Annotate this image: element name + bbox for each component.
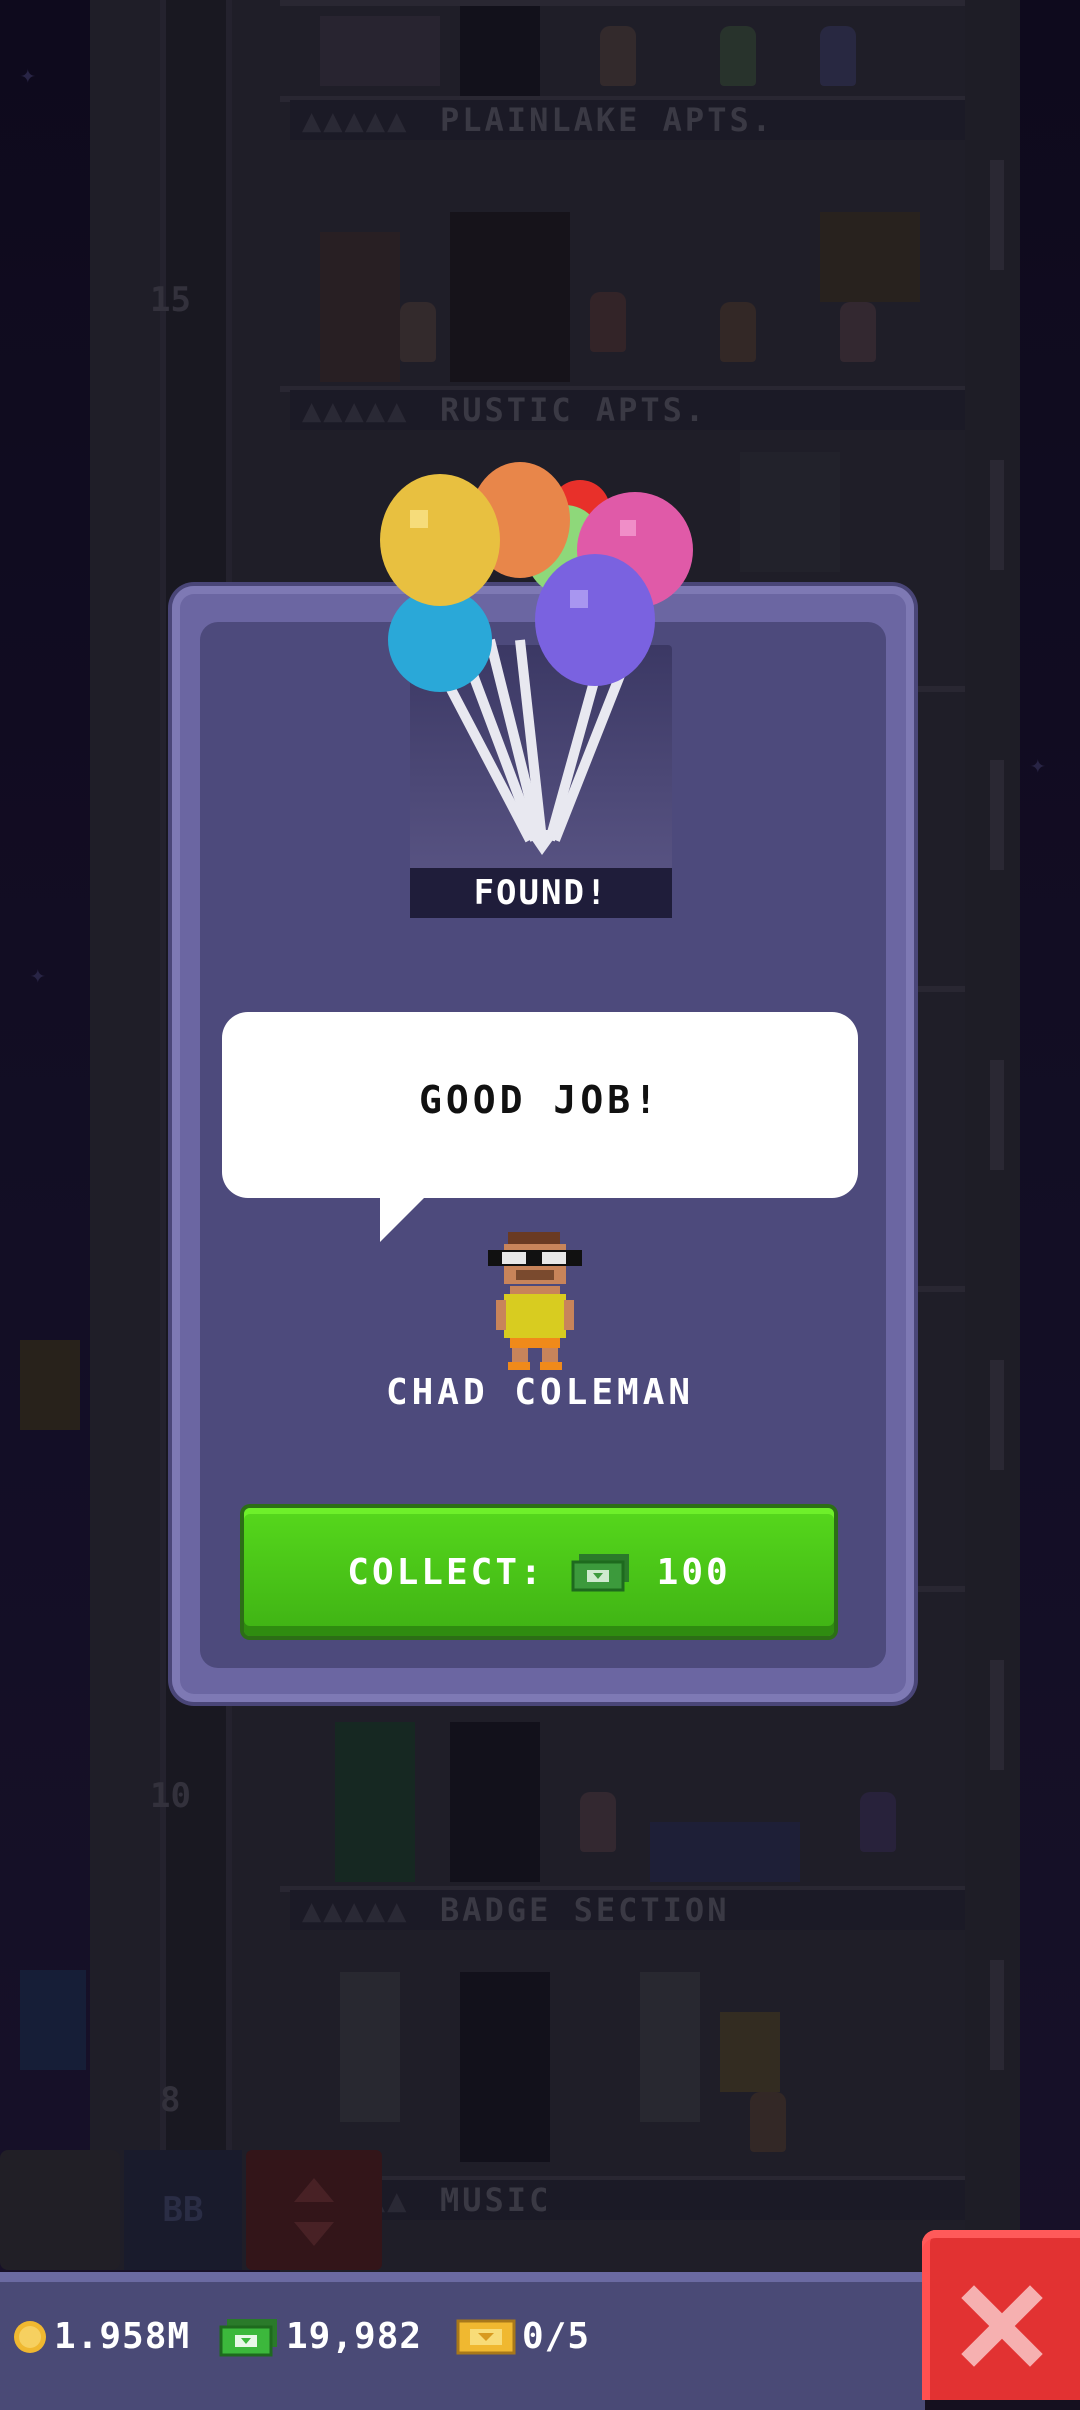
bux-value: 19,982 bbox=[286, 2316, 423, 2357]
currency-bar: 1.958M 19,982 0/5 bbox=[0, 2272, 925, 2410]
ticket-icon bbox=[456, 2319, 516, 2354]
character-name: CHAD COLEMAN bbox=[385, 1372, 695, 1413]
found-label: FOUND! bbox=[410, 868, 672, 918]
coins-stat: 1.958M bbox=[12, 2316, 190, 2357]
collect-amount: 100 bbox=[656, 1551, 731, 1593]
coins-value: 1.958M bbox=[54, 2316, 191, 2357]
bux-stat: 19,982 bbox=[218, 2316, 422, 2357]
collect-button[interactable]: COLLECT: 100 bbox=[244, 1508, 834, 1636]
balloons-icon bbox=[380, 462, 693, 855]
close-icon bbox=[961, 2285, 1043, 2367]
collect-label: COLLECT: bbox=[347, 1551, 545, 1593]
character-avatar bbox=[488, 1232, 582, 1370]
speech-bubble: GOOD JOB! bbox=[222, 1012, 858, 1198]
speech-text: GOOD JOB! bbox=[419, 1078, 661, 1122]
cash-icon bbox=[219, 2318, 277, 2356]
tickets-value: 0/5 bbox=[522, 2316, 591, 2357]
cash-icon bbox=[571, 1554, 629, 1592]
coin-icon bbox=[14, 2320, 46, 2353]
close-button[interactable] bbox=[922, 2230, 1080, 2400]
speech-bubble-tail bbox=[380, 1196, 426, 1242]
tickets-stat: 0/5 bbox=[456, 2316, 590, 2357]
